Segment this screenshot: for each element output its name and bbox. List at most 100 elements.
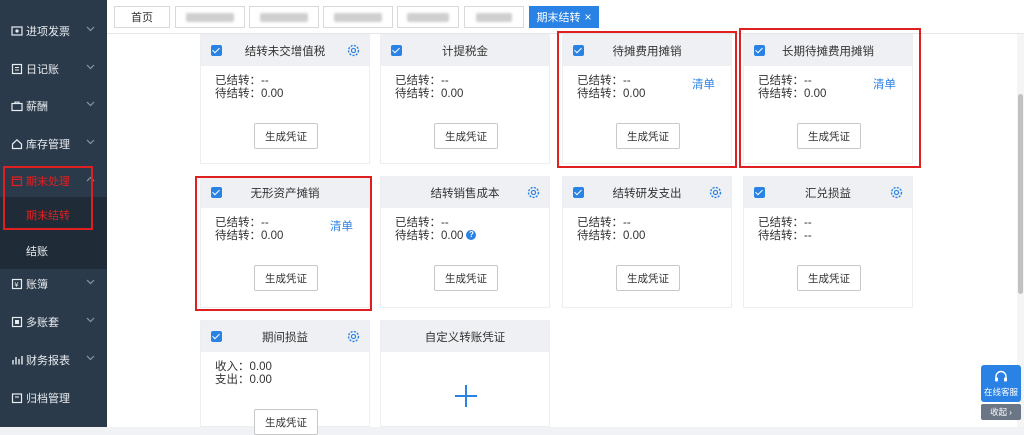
expense-label: 支出： <box>215 373 250 386</box>
card-vat-carryover: 结转未交增值税 已结转：-- 待结转：0.00 生成凭证 <box>200 34 370 164</box>
card-title: 计提税金 <box>442 45 488 58</box>
card-title: 待摊费用摊销 <box>612 45 682 58</box>
sidebar-item-inventory[interactable]: 库存管理 <box>0 125 107 162</box>
sidebar-item-journal[interactable]: 日记账 <box>0 50 107 87</box>
plus-icon[interactable] <box>455 385 477 407</box>
card-period-profit-loss: 期间损益 收入：0.00 支出：0.00 生成凭证 <box>200 320 370 435</box>
sidebar-item-label: 多账套 <box>26 316 59 329</box>
chevron-down-icon <box>86 139 95 145</box>
pending-label: 待结转： <box>215 87 261 100</box>
card-title: 无形资产摊销 <box>250 187 320 200</box>
briefcase-icon <box>10 99 23 112</box>
card-title: 期间损益 <box>262 331 308 344</box>
tab-redacted[interactable] <box>323 6 393 28</box>
tab-redacted[interactable] <box>249 6 319 28</box>
sidebar-subitem-period-carryover[interactable]: 期末结转 <box>0 197 107 233</box>
sidebar-item-input-invoice[interactable]: 进项发票 <box>0 12 107 49</box>
chevron-down-icon <box>86 317 95 323</box>
book-icon: ¥ <box>10 277 23 290</box>
svg-text:¥: ¥ <box>14 281 19 289</box>
carried-value: -- <box>623 217 631 229</box>
gear-icon[interactable] <box>889 185 904 200</box>
card-checkbox[interactable] <box>573 187 584 198</box>
tab-redacted[interactable] <box>464 6 524 28</box>
card-checkbox[interactable] <box>754 45 765 56</box>
scrollbar-thumb[interactable] <box>1018 94 1023 294</box>
list-link[interactable]: 清单 <box>330 218 353 234</box>
sidebar-item-label: 归档管理 <box>26 392 70 405</box>
card-header: 长期待摊费用摊销 <box>744 35 912 66</box>
invoice-icon <box>10 24 23 37</box>
card-accrue-tax: 计提税金 已结转：-- 待结转：0.00 生成凭证 <box>380 34 550 164</box>
carried-value: -- <box>804 217 812 229</box>
generate-voucher-button[interactable]: 生成凭证 <box>254 123 318 149</box>
sidebar-item-period-end[interactable]: 期末处理 <box>0 162 107 199</box>
generate-voucher-button[interactable]: 生成凭证 <box>434 123 498 149</box>
stack-icon <box>10 315 23 328</box>
sidebar-item-label: 日记账 <box>26 63 59 76</box>
tab-redacted[interactable] <box>397 6 459 28</box>
card-title: 汇兑损益 <box>805 187 851 200</box>
card-title: 结转销售成本 <box>430 187 500 200</box>
pending-label: 待结转： <box>577 229 623 242</box>
sidebar-item-label: 库存管理 <box>26 138 70 151</box>
sidebar-item-archive[interactable]: 归档管理 <box>0 379 107 416</box>
tab-redacted[interactable] <box>175 6 245 28</box>
sidebar-item-multi-account[interactable]: 多账套 <box>0 303 107 340</box>
pending-value: 0.00 <box>804 87 827 100</box>
pending-label: 待结转： <box>577 87 623 100</box>
tab-home[interactable]: 首页 <box>114 6 170 28</box>
pending-value: 0.00 <box>623 229 646 242</box>
archive-icon <box>10 391 23 404</box>
sidebar-item-payroll[interactable]: 薪酬 <box>0 87 107 124</box>
generate-voucher-button[interactable]: 生成凭证 <box>254 409 318 435</box>
gear-icon[interactable] <box>346 329 361 344</box>
chevron-down-icon <box>86 279 95 285</box>
card-checkbox[interactable] <box>211 45 222 56</box>
card-status: 已结转：-- 待结转：0.00 <box>201 66 369 100</box>
card-checkbox[interactable] <box>211 331 222 342</box>
card-checkbox[interactable] <box>391 45 402 56</box>
card-exchange-gain-loss: 汇兑损益 已结转：-- 待结转：-- 生成凭证 <box>743 176 913 308</box>
card-status: 已结转：-- 待结转：0.00 <box>563 208 731 242</box>
card-checkbox[interactable] <box>211 187 222 198</box>
carried-value: -- <box>261 217 269 229</box>
generate-voucher-button[interactable]: 生成凭证 <box>797 123 861 149</box>
sidebar-item-books[interactable]: ¥ 账簿 <box>0 265 107 302</box>
pending-value: 0.00 <box>261 229 284 242</box>
gear-icon[interactable] <box>346 43 361 58</box>
pending-value: 0.00 <box>441 229 464 242</box>
online-service-label: 在线客服 <box>983 387 1018 397</box>
card-checkbox[interactable] <box>573 45 584 56</box>
generate-voucher-button[interactable]: 生成凭证 <box>616 123 680 149</box>
gear-icon[interactable] <box>708 185 723 200</box>
ledger-icon <box>10 62 23 75</box>
chevron-down-icon <box>86 355 95 361</box>
close-icon[interactable]: × <box>584 10 591 24</box>
card-checkbox[interactable] <box>754 187 765 198</box>
list-link[interactable]: 清单 <box>873 76 896 92</box>
carried-label: 已结转： <box>215 217 261 229</box>
list-link[interactable]: 清单 <box>692 76 715 92</box>
card-prepaid-amortization: 待摊费用摊销 已结转：-- 待结转：0.00 清单 生成凭证 <box>562 34 732 164</box>
sidebar-item-financial-reports[interactable]: 财务报表 <box>0 341 107 378</box>
generate-voucher-button[interactable]: 生成凭证 <box>254 265 318 291</box>
online-service-button[interactable]: 在线客服 <box>981 365 1021 402</box>
card-title: 结转研发支出 <box>612 187 682 200</box>
collapse-button[interactable]: 收起 › <box>981 404 1021 420</box>
income-value: 0.00 <box>249 361 272 373</box>
sidebar-subitem-close-books[interactable]: 结账 <box>0 233 107 269</box>
card-custom-transfer-voucher[interactable]: 自定义转账凭证 <box>380 320 550 427</box>
help-icon[interactable]: ? <box>466 230 477 241</box>
report-icon <box>10 353 23 366</box>
carried-value: -- <box>261 75 269 87</box>
tab-period-carryover[interactable]: 期末结转 × <box>529 6 599 28</box>
carried-label: 已结转： <box>577 217 623 229</box>
generate-voucher-button[interactable]: 生成凭证 <box>616 265 680 291</box>
gear-icon[interactable] <box>526 185 541 200</box>
card-intangible-amortization: 无形资产摊销 已结转：-- 待结转：0.00 清单 生成凭证 <box>200 176 370 308</box>
generate-voucher-button[interactable]: 生成凭证 <box>434 265 498 291</box>
generate-voucher-button[interactable]: 生成凭证 <box>797 265 861 291</box>
pending-label: 待结转： <box>395 87 441 100</box>
card-title: 自定义转账凭证 <box>424 331 506 344</box>
